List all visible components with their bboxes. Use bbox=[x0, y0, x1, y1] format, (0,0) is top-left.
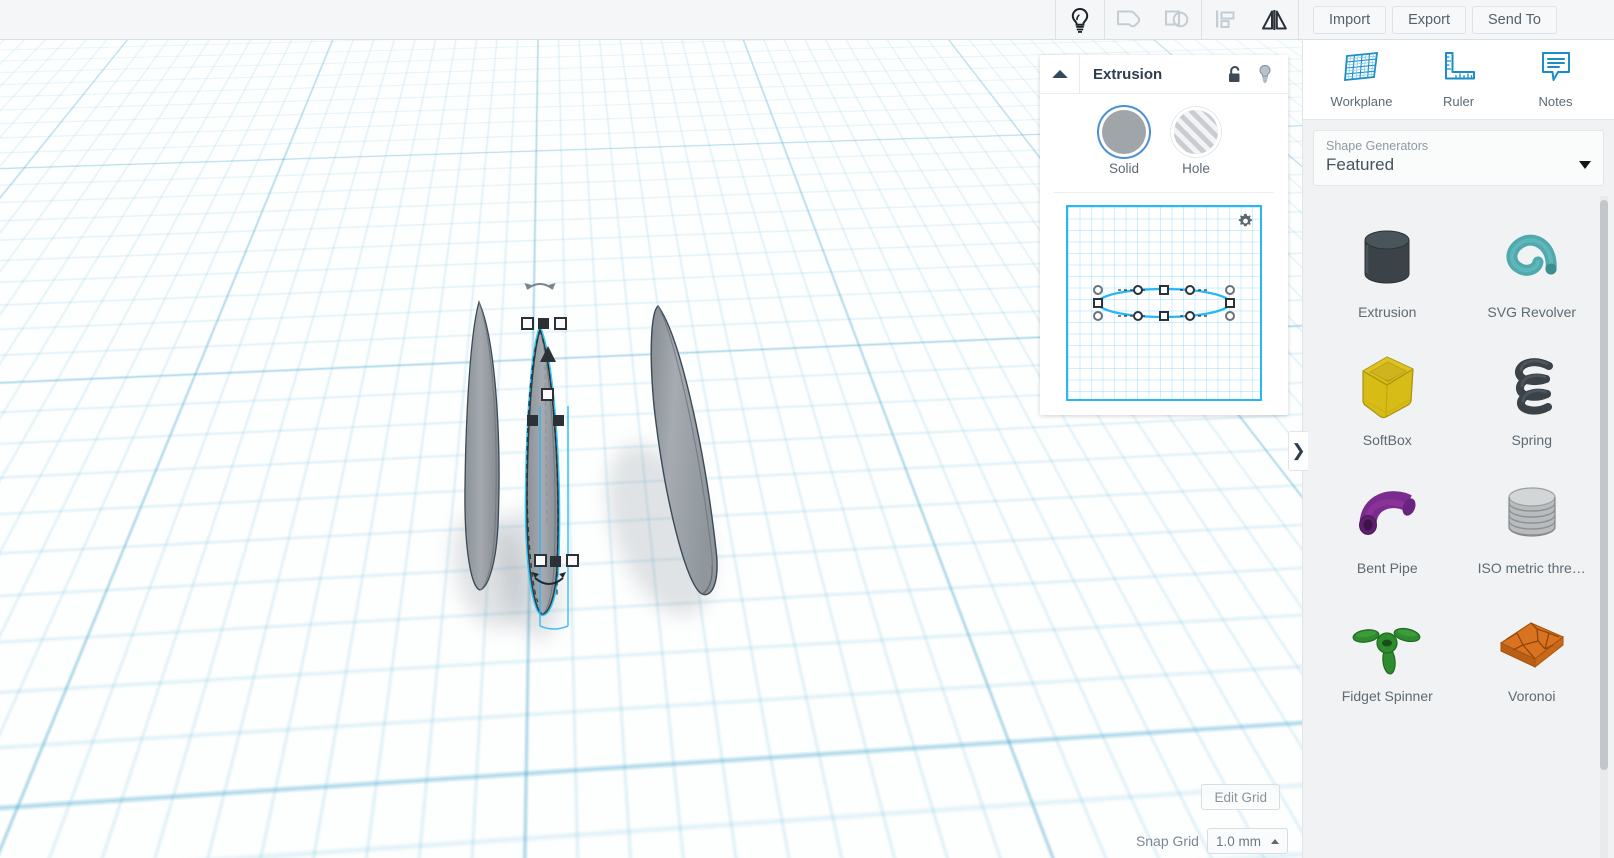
lightbulb-icon[interactable] bbox=[1250, 55, 1280, 94]
mirror-icon[interactable] bbox=[1250, 0, 1298, 39]
scale-handle-top-right[interactable] bbox=[554, 317, 567, 330]
inspector-divider bbox=[1054, 192, 1274, 193]
scale-handle-bottom-center[interactable] bbox=[550, 556, 561, 567]
panel-collapse-button[interactable] bbox=[1040, 54, 1080, 94]
sidebar-tool-ruler-label: Ruler bbox=[1442, 94, 1475, 109]
hole-label: Hole bbox=[1182, 161, 1210, 176]
ruler-icon bbox=[1440, 50, 1478, 89]
softbox-thumbnail bbox=[1344, 346, 1430, 426]
shape-item-voronoi-label: Voronoi bbox=[1508, 688, 1556, 704]
hole-option[interactable]: Hole bbox=[1174, 110, 1218, 176]
sidebar-tool-workplane-label: Workplane bbox=[1330, 94, 1393, 109]
shape-item-fidget-spinner-label: Fidget Spinner bbox=[1341, 688, 1433, 704]
sidebar-tool-notes[interactable]: Notes bbox=[1515, 50, 1597, 109]
solid-hole-selector: Solid Hole bbox=[1054, 110, 1274, 176]
spring-thumbnail bbox=[1489, 346, 1575, 426]
shape-library-scroll[interactable]: Extrusion SVG Revolver SoftBox Spring Be… bbox=[1313, 196, 1610, 858]
sidebar-tool-workplane[interactable]: Workplane bbox=[1321, 50, 1403, 109]
iso-metric-thread-thumbnail bbox=[1489, 474, 1575, 554]
scale-handle-mid-left[interactable] bbox=[527, 415, 538, 426]
shape-item-spring-label: Spring bbox=[1511, 432, 1552, 448]
solid-swatch bbox=[1102, 110, 1146, 154]
snap-grid-value-text: 1.0 mm bbox=[1215, 833, 1261, 849]
scale-handle-mid-right[interactable] bbox=[553, 415, 564, 426]
lightbulb-icon[interactable] bbox=[1056, 0, 1104, 39]
shape-item-iso-metric-thread[interactable]: ISO metric thre… bbox=[1462, 468, 1603, 582]
right-sidebar: Workplane Ruler Notes Shape Generators F… bbox=[1302, 40, 1614, 858]
chevron-down-icon bbox=[1579, 161, 1591, 169]
triangle-up-icon bbox=[1051, 70, 1068, 78]
solid-option[interactable]: Solid bbox=[1102, 110, 1146, 176]
shape-library-grid: Extrusion SVG Revolver SoftBox Spring Be… bbox=[1313, 196, 1610, 730]
topbar-spacer bbox=[0, 0, 1055, 39]
svg-revolver-thumbnail bbox=[1489, 218, 1575, 298]
sidebar-collapse-handle[interactable]: ❯ bbox=[1288, 431, 1308, 471]
shape-item-extrusion[interactable]: Extrusion bbox=[1317, 212, 1458, 326]
inspector-body: Solid Hole bbox=[1040, 94, 1288, 415]
voronoi-thumbnail bbox=[1489, 602, 1575, 682]
extrusion-inspector-panel: Extrusion Solid Hole bbox=[1040, 54, 1288, 415]
shape-item-voronoi[interactable]: Voronoi bbox=[1462, 596, 1603, 710]
hole-swatch bbox=[1174, 110, 1218, 154]
shape-item-fidget-spinner[interactable]: Fidget Spinner bbox=[1317, 596, 1458, 710]
dropdown-text: Shape Generators Featured bbox=[1326, 139, 1428, 175]
inspector-title: Extrusion bbox=[1093, 65, 1163, 83]
chevron-right-icon: ❯ bbox=[1291, 441, 1306, 460]
top-toolbar: Import Export Send To bbox=[0, 0, 1614, 40]
sidebar-tool-row: Workplane Ruler Notes bbox=[1303, 40, 1614, 120]
scrollbar-thumb[interactable] bbox=[1600, 200, 1608, 770]
shape-generators-dropdown[interactable]: Shape Generators Featured bbox=[1313, 130, 1604, 186]
shape-generators-label: Shape Generators bbox=[1326, 139, 1429, 153]
height-handle-cone[interactable] bbox=[540, 346, 556, 362]
snap-grid-dropdown[interactable]: 1.0 mm bbox=[1206, 828, 1288, 854]
fidget-spinner-thumbnail bbox=[1344, 602, 1430, 682]
sidebar-tool-notes-label: Notes bbox=[1538, 94, 1573, 109]
inspector-header: Extrusion bbox=[1040, 54, 1288, 94]
import-button[interactable]: Import bbox=[1313, 5, 1387, 34]
chevron-up-icon bbox=[1271, 838, 1279, 844]
extrusion-thumbnail bbox=[1344, 218, 1430, 298]
generator-select-wrapper: Shape Generators Featured bbox=[1303, 120, 1614, 186]
scale-handle-top-left[interactable] bbox=[521, 317, 534, 330]
solid-label: Solid bbox=[1108, 161, 1140, 176]
shape-item-softbox[interactable]: SoftBox bbox=[1317, 340, 1458, 454]
group-icon[interactable] bbox=[1105, 0, 1153, 39]
shape-editor-path[interactable] bbox=[1068, 207, 1260, 399]
workplane-icon bbox=[1343, 50, 1381, 89]
edit-grid-button[interactable]: Edit Grid bbox=[1201, 784, 1280, 810]
toolbar-icon-group bbox=[1056, 0, 1298, 39]
notes-icon bbox=[1539, 50, 1573, 89]
topbar-action-buttons: Import Export Send To bbox=[1299, 0, 1557, 39]
send-to-button[interactable]: Send To bbox=[1472, 5, 1557, 34]
snap-grid-label: Snap Grid bbox=[1135, 833, 1199, 849]
scale-handle-middle[interactable] bbox=[541, 388, 554, 401]
export-button[interactable]: Export bbox=[1392, 5, 1467, 34]
shape-item-iso-metric-thread-label: ISO metric thre… bbox=[1477, 560, 1586, 576]
shape-editor-canvas[interactable] bbox=[1066, 205, 1262, 401]
shape-item-bent-pipe-label: Bent Pipe bbox=[1356, 560, 1418, 576]
sidebar-tool-ruler[interactable]: Ruler bbox=[1418, 50, 1500, 109]
shape-item-svg-revolver-label: SVG Revolver bbox=[1487, 304, 1577, 320]
scale-handle-bottom-left[interactable] bbox=[534, 554, 547, 567]
shape-item-spring[interactable]: Spring bbox=[1462, 340, 1603, 454]
shape-item-extrusion-label: Extrusion bbox=[1358, 304, 1417, 320]
shape-item-bent-pipe[interactable]: Bent Pipe bbox=[1317, 468, 1458, 582]
unlock-icon[interactable] bbox=[1220, 55, 1250, 94]
ungroup-icon[interactable] bbox=[1153, 0, 1201, 39]
bent-pipe-thumbnail bbox=[1344, 474, 1430, 554]
scale-handle-bottom-right[interactable] bbox=[566, 554, 579, 567]
scale-handle-top-center[interactable] bbox=[538, 318, 549, 329]
shape-generators-value: Featured bbox=[1326, 155, 1395, 174]
shape-item-svg-revolver[interactable]: SVG Revolver bbox=[1462, 212, 1603, 326]
shape-item-softbox-label: SoftBox bbox=[1362, 432, 1412, 448]
align-icon[interactable] bbox=[1202, 0, 1250, 39]
snap-grid-control: Snap Grid 1.0 mm bbox=[1136, 828, 1288, 854]
